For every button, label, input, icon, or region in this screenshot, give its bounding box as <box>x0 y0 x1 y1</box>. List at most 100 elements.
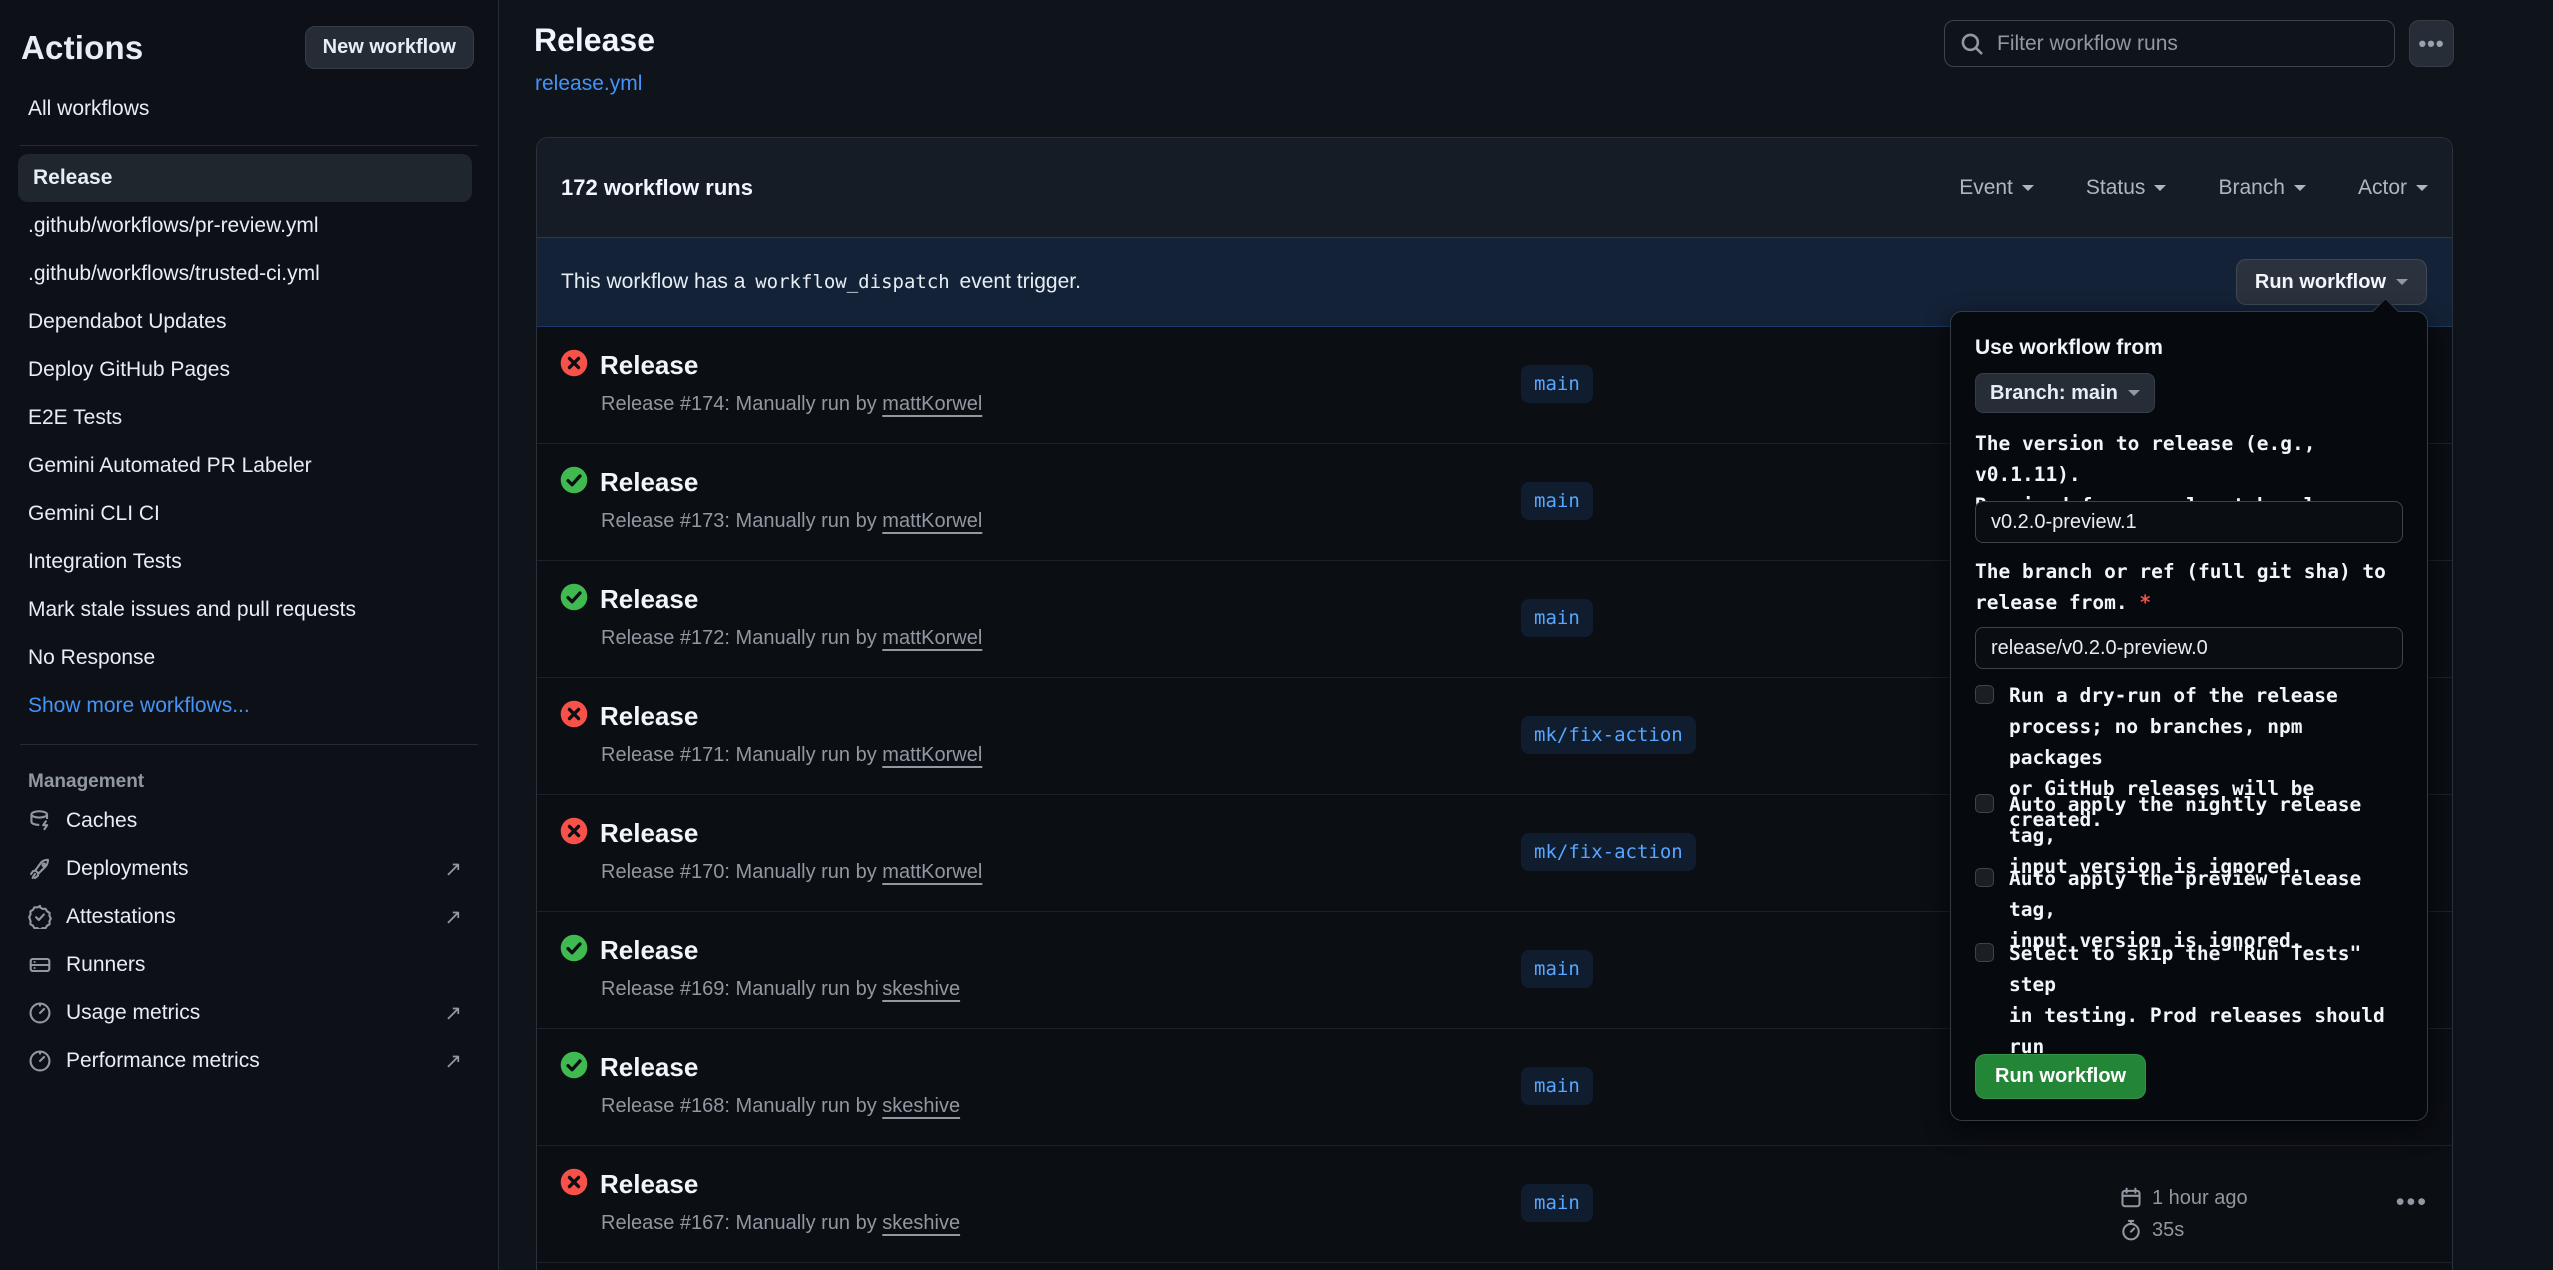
run-time: 1 hour ago <box>2152 1182 2248 1214</box>
actor-link[interactable]: skeshive <box>882 1212 960 1234</box>
workflow-list-items: .github/workflows/pr-review.yml.github/w… <box>0 202 498 730</box>
sidebar-item-label: Performance metrics <box>66 1049 430 1073</box>
gauge-icon <box>28 1049 52 1073</box>
runs-count: 172 workflow runs <box>561 175 1959 201</box>
actor-link[interactable]: mattKorwel <box>882 861 982 883</box>
branch-badge[interactable]: main <box>1521 599 1593 637</box>
sidebar-workflow-item[interactable]: No Response <box>0 634 498 682</box>
filter-workflow-runs-box <box>1944 20 2395 67</box>
actor-link[interactable]: mattKorwel <box>882 744 982 766</box>
sidebar-workflow-item[interactable]: Deploy GitHub Pages <box>0 346 498 394</box>
branch-badge[interactable]: main <box>1521 482 1593 520</box>
version-input[interactable] <box>1975 501 2403 543</box>
success-icon <box>560 583 588 611</box>
run-duration: 35s <box>2152 1214 2184 1246</box>
actions-sidebar: Actions New workflow All workflows Relea… <box>0 0 499 1270</box>
chevron-down-icon <box>2294 185 2306 197</box>
sidebar-item-attestations[interactable]: Attestations↗ <box>0 893 498 941</box>
sidebar-workflow-item[interactable]: Integration Tests <box>0 538 498 586</box>
checkbox[interactable] <box>1975 685 1994 704</box>
kebab-icon: ••• <box>2418 31 2444 57</box>
run-description: Release #169: Manually run by skeshive <box>601 978 960 1001</box>
success-icon <box>560 934 588 962</box>
filter-workflow-runs-input[interactable] <box>1997 32 2380 56</box>
run-description: Release #174: Manually run by mattKorwel <box>601 393 982 416</box>
filter-dropdown-event[interactable]: Event <box>1959 176 2034 200</box>
sidebar-divider <box>20 744 478 745</box>
sidebar-item-deployments[interactable]: Deployments ↗ <box>0 845 498 893</box>
sidebar-item-label: Deployments <box>66 857 430 881</box>
external-link-icon: ↗ <box>444 1001 462 1026</box>
filter-label: Event <box>1959 176 2013 200</box>
sidebar-item-all-workflows[interactable]: All workflows <box>0 69 498 131</box>
run-workflow-submit-button[interactable]: Run workflow <box>1975 1054 2146 1099</box>
run-workflow-dropdown-button[interactable]: Run workflow <box>2236 259 2427 305</box>
branch-selector-button[interactable]: Branch: main <box>1975 373 2155 413</box>
run-title-link[interactable]: Release <box>600 1169 698 1200</box>
sidebar-workflow-item[interactable]: Gemini Automated PR Labeler <box>0 442 498 490</box>
checkbox[interactable] <box>1975 943 1994 962</box>
actor-link[interactable]: skeshive <box>882 1095 960 1117</box>
stopwatch-icon <box>2120 1219 2142 1241</box>
external-link-icon: ↗ <box>444 857 462 882</box>
run-title-link[interactable]: Release <box>600 818 698 849</box>
sidebar-item-caches[interactable]: Caches <box>0 797 498 845</box>
checkbox[interactable] <box>1975 794 1994 813</box>
management-list: CachesDeployments↗Attestations↗RunnersUs… <box>0 797 498 1085</box>
workflow-list: Release <box>0 154 498 202</box>
run-description: Release #168: Manually run by skeshive <box>601 1095 960 1118</box>
sidebar-workflow-item[interactable]: Mark stale issues and pull requests <box>0 586 498 634</box>
rocket-icon <box>28 857 52 881</box>
workflow-dispatch-code: workflow_dispatch <box>751 271 953 293</box>
failure-icon <box>560 349 588 377</box>
sidebar-item-label: Caches <box>66 809 462 833</box>
search-icon <box>1959 31 1985 57</box>
ref-input[interactable] <box>1975 627 2403 669</box>
run-title-link[interactable]: Release <box>600 350 698 381</box>
branch-badge[interactable]: main <box>1521 1184 1593 1222</box>
run-description: Release #167: Manually run by skeshive <box>601 1212 960 1235</box>
filter-dropdown-branch[interactable]: Branch <box>2218 176 2306 200</box>
workflow-overflow-menu-button[interactable]: ••• <box>2409 20 2454 67</box>
sidebar-workflow-item[interactable]: Dependabot Updates <box>0 298 498 346</box>
filter-dropdown-actor[interactable]: Actor <box>2358 176 2428 200</box>
actor-link[interactable]: mattKorwel <box>882 510 982 532</box>
sidebar-workflow-item[interactable]: .github/workflows/trusted-ci.yml <box>0 250 498 298</box>
workflow-run-row-partial <box>537 1263 2452 1270</box>
sidebar-item-release-selected[interactable]: Release <box>18 154 472 202</box>
run-title-link[interactable]: Release <box>600 584 698 615</box>
run-title-link[interactable]: Release <box>600 701 698 732</box>
branch-badge[interactable]: main <box>1521 365 1593 403</box>
external-link-icon: ↗ <box>444 905 462 930</box>
actor-link[interactable]: skeshive <box>882 978 960 1000</box>
sidebar-item-runners[interactable]: Runners <box>0 941 498 989</box>
show-more-workflows-link[interactable]: Show more workflows... <box>0 682 498 730</box>
required-asterisk: * <box>2139 591 2151 614</box>
run-title-link[interactable]: Release <box>600 467 698 498</box>
sidebar-workflow-item[interactable]: Gemini CLI CI <box>0 490 498 538</box>
branch-badge[interactable]: mk/fix-action <box>1521 716 1696 754</box>
branch-badge[interactable]: main <box>1521 950 1593 988</box>
sidebar-item-performance-metrics[interactable]: Performance metrics↗ <box>0 1037 498 1085</box>
success-icon <box>560 466 588 494</box>
checkbox[interactable] <box>1975 868 1994 887</box>
server-icon <box>28 953 52 977</box>
sidebar-workflow-item[interactable]: .github/workflows/pr-review.yml <box>0 202 498 250</box>
success-icon <box>560 1051 588 1079</box>
sidebar-item-usage-metrics[interactable]: Usage metrics↗ <box>0 989 498 1037</box>
run-options-kebab-icon[interactable]: ••• <box>2396 1188 2428 1217</box>
new-workflow-button[interactable]: New workflow <box>305 26 474 69</box>
run-meta: 1 hour ago35s <box>2120 1182 2248 1246</box>
branch-badge[interactable]: mk/fix-action <box>1521 833 1696 871</box>
actor-link[interactable]: mattKorwel <box>882 627 982 649</box>
management-section-label: Management <box>0 753 498 797</box>
actor-link[interactable]: mattKorwel <box>882 393 982 415</box>
sidebar-workflow-item[interactable]: E2E Tests <box>0 394 498 442</box>
runs-list-header: 172 workflow runs Event Status Branch Actor <box>537 138 2452 238</box>
cache-icon <box>28 809 52 833</box>
run-title-link[interactable]: Release <box>600 935 698 966</box>
workflow-file-link[interactable]: release.yml <box>535 72 642 96</box>
branch-badge[interactable]: main <box>1521 1067 1593 1105</box>
filter-dropdown-status[interactable]: Status <box>2086 176 2167 200</box>
run-title-link[interactable]: Release <box>600 1052 698 1083</box>
